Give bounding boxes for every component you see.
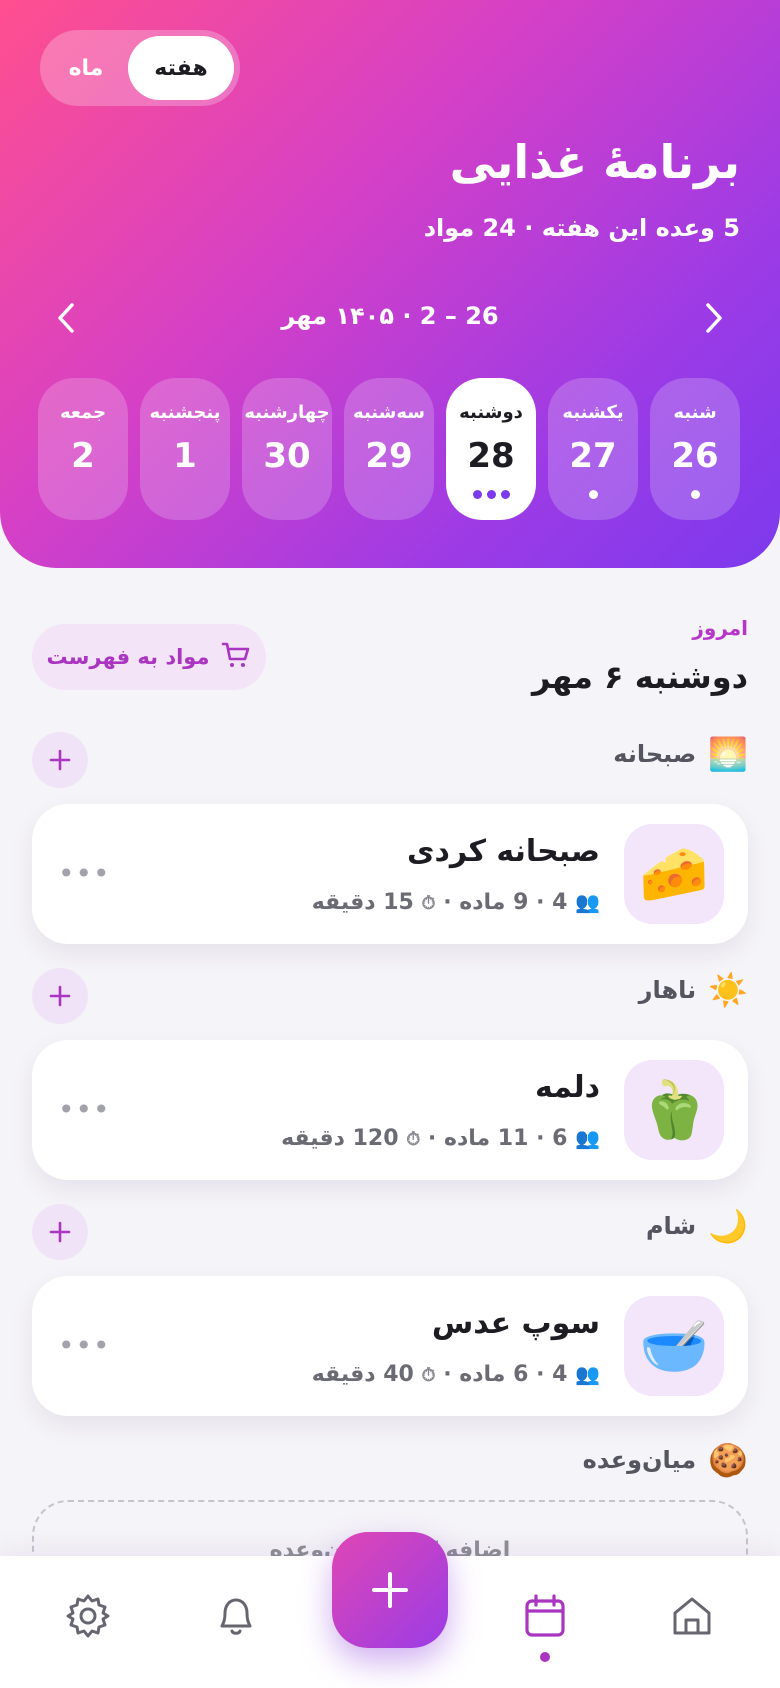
meal-ingredients: 9 ماده xyxy=(459,890,529,915)
timer-icon: ⏱ xyxy=(406,1129,421,1150)
day-number: 29 xyxy=(365,436,413,476)
day-chip[interactable]: پنجشنبه 1 xyxy=(140,378,230,520)
page-title: برنامۀ غذایی xyxy=(449,135,740,189)
bowl-icon: 🥣 xyxy=(624,1296,724,1396)
day-name: دوشنبه xyxy=(459,402,523,423)
day-chip[interactable]: یکشنبه 27 xyxy=(548,378,638,520)
meal-ingredients: 11 ماده xyxy=(443,1126,529,1151)
people-icon: 👥 xyxy=(575,890,600,914)
meal-meta: 👥 4 · 9 ماده · ⏱ 15 دقیقه xyxy=(311,890,600,915)
meal-card-breakfast[interactable]: 🧀 صبحانه کردی 👥 4 · 9 ماده · ⏱ 15 دقیقه … xyxy=(32,804,748,944)
people-icon: 👥 xyxy=(575,1362,600,1386)
add-meal-fab[interactable] xyxy=(332,1532,448,1648)
meal-name: دلمه xyxy=(535,1070,600,1105)
day-number: 30 xyxy=(263,436,311,476)
meal-time: 15 دقیقه xyxy=(311,890,414,915)
cart-icon xyxy=(221,641,251,674)
day-strip: شنبه 26 یکشنبه 27 دوشنبه 28 سه‌شنبه 29 چهارشنبه 3… xyxy=(38,378,740,520)
section-label: ناهار xyxy=(638,976,697,1004)
chevron-right-icon[interactable] xyxy=(692,296,736,340)
meal-name: صبحانه کردی xyxy=(406,834,600,869)
section-snack: 🍪 میان‌وعده xyxy=(583,1444,748,1476)
add-lunch-button[interactable] xyxy=(32,968,88,1024)
bell-icon[interactable] xyxy=(206,1586,266,1646)
section-lunch: ☀️ ناهار xyxy=(639,974,748,1006)
day-number: 26 xyxy=(671,436,719,476)
today-label: امروز xyxy=(692,616,748,640)
meal-servings: 6 xyxy=(552,1126,568,1151)
meal-time: 120 دقیقه xyxy=(281,1126,399,1151)
section-label: صبحانه xyxy=(613,740,697,768)
meal-dot xyxy=(690,490,700,499)
section-label: میان‌وعده xyxy=(582,1446,697,1474)
meal-dot xyxy=(472,490,482,499)
sun-icon: ☀️ xyxy=(708,971,748,1009)
meal-dot xyxy=(486,490,496,499)
meal-meta: 👥 4 · 6 ماده · ⏱ 40 دقیقه xyxy=(311,1362,600,1387)
more-options-icon[interactable]: ••• xyxy=(58,1096,110,1124)
week-navigator: 26 – 2 · ۱۴۰۵ مهر xyxy=(40,296,740,340)
pepper-icon: 🫑 xyxy=(624,1060,724,1160)
meal-indicator xyxy=(344,490,434,500)
add-dinner-button[interactable] xyxy=(32,1204,88,1260)
meal-indicator xyxy=(548,490,638,500)
section-breakfast: 🌅 صبحانه xyxy=(613,738,748,770)
home-icon[interactable] xyxy=(662,1586,722,1646)
day-number: 27 xyxy=(569,436,617,476)
meal-indicator xyxy=(446,490,536,500)
date-title: دوشنبه ۶ مهر xyxy=(532,658,748,696)
calendar-icon[interactable] xyxy=(515,1586,575,1646)
cookie-icon: 🍪 xyxy=(708,1441,748,1479)
meal-time: 40 دقیقه xyxy=(311,1362,414,1387)
meal-servings: 4 xyxy=(552,1362,568,1387)
header: هفته ماه برنامۀ غذایی 5 وعده این هفته · … xyxy=(0,0,780,568)
meal-indicator xyxy=(650,490,740,500)
day-chip[interactable]: سه‌شنبه 29 xyxy=(344,378,434,520)
week-range: 26 – 2 · ۱۴۰۵ مهر xyxy=(281,302,499,330)
more-options-icon[interactable]: ••• xyxy=(58,860,110,888)
add-to-list-button[interactable]: مواد به فهرست xyxy=(32,624,266,690)
day-chip[interactable]: چهارشنبه 30 xyxy=(242,378,332,520)
day-name: سه‌شنبه xyxy=(353,402,425,423)
toggle-week[interactable]: هفته xyxy=(128,36,234,100)
meal-servings: 4 xyxy=(552,890,568,915)
meal-name: سوپ عدس xyxy=(431,1306,600,1341)
view-toggle[interactable]: هفته ماه xyxy=(40,30,240,106)
add-breakfast-button[interactable] xyxy=(32,732,88,788)
meal-meta: 👥 6 · 11 ماده · ⏱ 120 دقیقه xyxy=(281,1126,600,1151)
sunrise-icon: 🌅 xyxy=(708,735,748,773)
moon-icon: 🌙 xyxy=(708,1207,748,1245)
add-to-list-label: مواد به فهرست xyxy=(46,645,210,669)
meal-dot xyxy=(500,490,510,499)
toggle-month[interactable]: ماه xyxy=(46,36,126,100)
day-name: یکشنبه xyxy=(562,402,624,423)
meal-dot xyxy=(588,490,598,499)
meal-ingredients: 6 ماده xyxy=(459,1362,529,1387)
day-chip[interactable]: دوشنبه 28 xyxy=(446,378,536,520)
section-label: شام xyxy=(645,1212,697,1240)
day-name: شنبه xyxy=(673,402,717,423)
day-name: پنجشنبه xyxy=(149,402,221,423)
day-chip[interactable]: جمعه 2 xyxy=(38,378,128,520)
day-number: 1 xyxy=(173,436,197,476)
people-icon: 👥 xyxy=(575,1126,600,1150)
settings-icon[interactable] xyxy=(58,1586,118,1646)
day-number: 2 xyxy=(71,436,95,476)
meal-card-dinner[interactable]: 🥣 سوپ عدس 👥 4 · 6 ماده · ⏱ 40 دقیقه ••• xyxy=(32,1276,748,1416)
more-options-icon[interactable]: ••• xyxy=(58,1332,110,1360)
timer-icon: ⏱ xyxy=(421,1365,436,1386)
cheese-icon: 🧀 xyxy=(624,824,724,924)
timer-icon: ⏱ xyxy=(421,893,436,914)
meal-indicator xyxy=(242,490,332,500)
day-chip[interactable]: شنبه 26 xyxy=(650,378,740,520)
active-indicator xyxy=(540,1652,550,1662)
meal-indicator xyxy=(38,490,128,500)
section-dinner: 🌙 شام xyxy=(646,1210,748,1242)
day-name: جمعه xyxy=(59,402,107,423)
page-subtitle: 5 وعده این هفته · 24 مواد xyxy=(423,214,740,242)
day-name: چهارشنبه xyxy=(244,402,330,423)
meal-card-lunch[interactable]: 🫑 دلمه 👥 6 · 11 ماده · ⏱ 120 دقیقه ••• xyxy=(32,1040,748,1180)
day-number: 28 xyxy=(467,436,515,476)
meal-indicator xyxy=(140,490,230,500)
